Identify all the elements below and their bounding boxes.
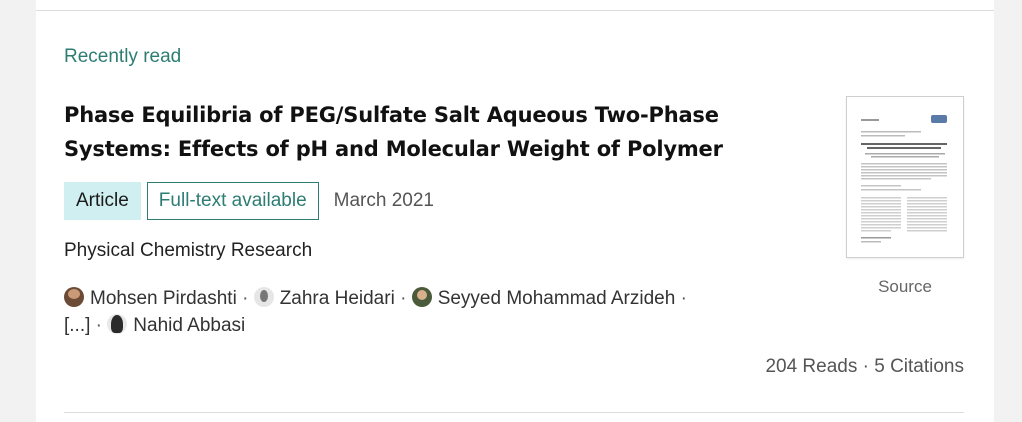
author-item[interactable]: Zahra Heidari xyxy=(253,287,395,309)
author-item[interactable]: Mohsen Pirdashti xyxy=(64,287,237,309)
more-authors-button[interactable]: [...] xyxy=(64,315,90,336)
author-separator: · xyxy=(90,315,108,336)
author-avatar xyxy=(253,287,274,307)
author-list: Mohsen Pirdashti · Zahra Heidari · Seyye… xyxy=(64,285,824,339)
author-item[interactable]: Seyyed Mohammad Arzideh xyxy=(411,287,676,309)
publication-title[interactable]: Phase Equilibria of PEG/Sulfate Salt Aqu… xyxy=(64,98,784,166)
author-separator: · xyxy=(394,288,412,309)
document-thumbnail[interactable] xyxy=(846,96,964,258)
author-avatar xyxy=(64,287,84,307)
badge-row: Article Full-text available March 2021 xyxy=(64,182,446,220)
reads-citations-stats: 204 Reads · 5 Citations xyxy=(765,356,964,377)
author-name: Zahra Heidari xyxy=(279,288,395,309)
author-name: Nahid Abbasi xyxy=(133,315,246,336)
author-separator: · xyxy=(675,288,687,309)
author-name: Mohsen Pirdashti xyxy=(90,288,237,309)
author-avatar xyxy=(107,314,128,334)
author-avatar xyxy=(411,287,432,307)
journal-name[interactable]: Physical Chemistry Research xyxy=(64,240,312,262)
document-preview-icon xyxy=(861,115,947,243)
author-separator: · xyxy=(236,288,254,309)
fulltext-badge: Full-text available xyxy=(146,182,319,220)
divider-top xyxy=(36,10,994,11)
divider-bottom xyxy=(64,412,964,413)
author-name: Seyyed Mohammad Arzideh xyxy=(437,288,676,309)
author-item[interactable]: Nahid Abbasi xyxy=(107,314,246,336)
article-type-badge: Article xyxy=(64,182,141,220)
section-label: Recently read xyxy=(64,46,182,67)
publication-date: March 2021 xyxy=(333,190,434,211)
source-label: Source xyxy=(878,277,932,296)
publication-card: Recently read Phase Equilibria of PEG/Su… xyxy=(36,0,994,422)
